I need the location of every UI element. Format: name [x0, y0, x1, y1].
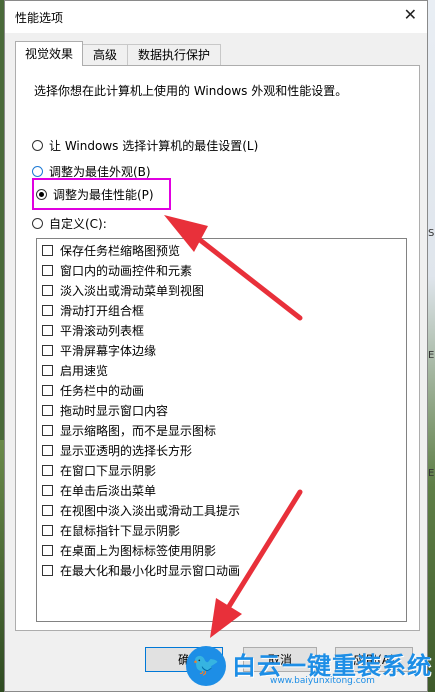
checkbox[interactable] — [42, 544, 53, 556]
radio-label: 自定义(C): — [49, 216, 107, 231]
list-item[interactable]: 在桌面上为图标标签使用阴影 — [42, 541, 216, 559]
checkbox[interactable] — [42, 404, 53, 416]
checkbox[interactable] — [42, 464, 53, 476]
radio-button[interactable] — [32, 217, 43, 229]
twitter-bird-icon: 🐦 — [186, 646, 226, 686]
tab-visual-effects[interactable]: 视觉效果 — [15, 41, 83, 66]
radio-button[interactable] — [32, 165, 43, 177]
checkbox[interactable] — [42, 424, 53, 436]
desktop-background-right — [428, 0, 435, 692]
edge-char: E — [428, 350, 435, 361]
checkbox[interactable] — [42, 304, 53, 316]
radio-label: 调整为最佳外观(B) — [49, 164, 151, 179]
performance-options-dialog: 性能选项 ✕ 视觉效果 高级 数据执行保护 选择你想在此计算机上使用的 Wind… — [4, 0, 428, 692]
list-item[interactable]: 启用速览 — [42, 361, 108, 379]
watermark: 🐦 白云一键重装系统 www.baiyunxitong.com — [186, 644, 431, 692]
radio-best-performance[interactable]: 调整为最佳性能(P) — [36, 185, 154, 203]
description-text: 选择你想在此计算机上使用的 Windows 外观和性能设置。 — [34, 84, 348, 98]
effects-list[interactable]: 保存任务栏缩略图预览 窗口内的动画控件和元素 淡入淡出或滑动菜单到视图 滑动打开… — [36, 238, 407, 622]
list-item[interactable]: 平滑屏幕字体边缘 — [42, 341, 156, 359]
title-bar: 性能选项 ✕ — [5, 1, 427, 33]
checkbox[interactable] — [42, 324, 53, 336]
tab-advanced[interactable]: 高级 — [81, 44, 129, 65]
dialog-title: 性能选项 — [15, 11, 64, 25]
radio-label: 让 Windows 选择计算机的最佳设置(L) — [49, 138, 259, 153]
list-item[interactable]: 在鼠标指针下显示阴影 — [42, 521, 180, 539]
list-item[interactable]: 平滑滚动列表框 — [42, 321, 144, 339]
checkbox[interactable] — [42, 444, 53, 456]
list-item[interactable]: 保存任务栏缩略图预览 — [42, 241, 180, 259]
checkbox[interactable] — [42, 344, 53, 356]
checkbox[interactable] — [42, 264, 53, 276]
radio-custom[interactable]: 自定义(C): — [32, 214, 107, 232]
list-item[interactable]: 在视图中淡入淡出或滑动工具提示 — [42, 501, 240, 519]
checkbox[interactable] — [42, 504, 53, 516]
checkbox[interactable] — [42, 564, 53, 576]
watermark-url: www.baiyunxitong.com — [270, 676, 375, 686]
list-item[interactable]: 任务栏中的动画 — [42, 381, 144, 399]
list-item[interactable]: 在窗口下显示阴影 — [42, 461, 156, 479]
list-item[interactable]: 窗口内的动画控件和元素 — [42, 261, 192, 279]
list-item[interactable]: 滑动打开组合框 — [42, 301, 144, 319]
checkbox[interactable] — [42, 244, 53, 256]
edge-char: S — [428, 228, 435, 239]
checkbox[interactable] — [42, 484, 53, 496]
list-item[interactable]: 显示缩略图，而不是显示图标 — [42, 421, 216, 439]
radio-button[interactable] — [32, 139, 43, 151]
radio-button-selected[interactable] — [36, 188, 47, 200]
checkbox[interactable] — [42, 384, 53, 396]
list-item[interactable]: 在单击后淡出菜单 — [42, 481, 156, 499]
list-item[interactable]: 淡入淡出或滑动菜单到视图 — [42, 281, 204, 299]
tab-data-execution-prevention[interactable]: 数据执行保护 — [127, 44, 221, 65]
radio-label: 调整为最佳性能(P) — [53, 187, 154, 202]
list-item[interactable]: 拖动时显示窗口内容 — [42, 401, 168, 419]
checkbox[interactable] — [42, 524, 53, 536]
list-item[interactable]: 显示亚透明的选择长方形 — [42, 441, 192, 459]
checkbox[interactable] — [42, 284, 53, 296]
visual-effects-panel: 选择你想在此计算机上使用的 Windows 外观和性能设置。 让 Windows… — [15, 65, 420, 631]
checkbox[interactable] — [42, 364, 53, 376]
edge-char: E — [428, 468, 435, 479]
list-item[interactable]: 在最大化和最小化时显示窗口动画 — [42, 561, 240, 579]
close-icon[interactable]: ✕ — [404, 5, 417, 24]
radio-let-windows-choose[interactable]: 让 Windows 选择计算机的最佳设置(L) — [32, 136, 258, 154]
